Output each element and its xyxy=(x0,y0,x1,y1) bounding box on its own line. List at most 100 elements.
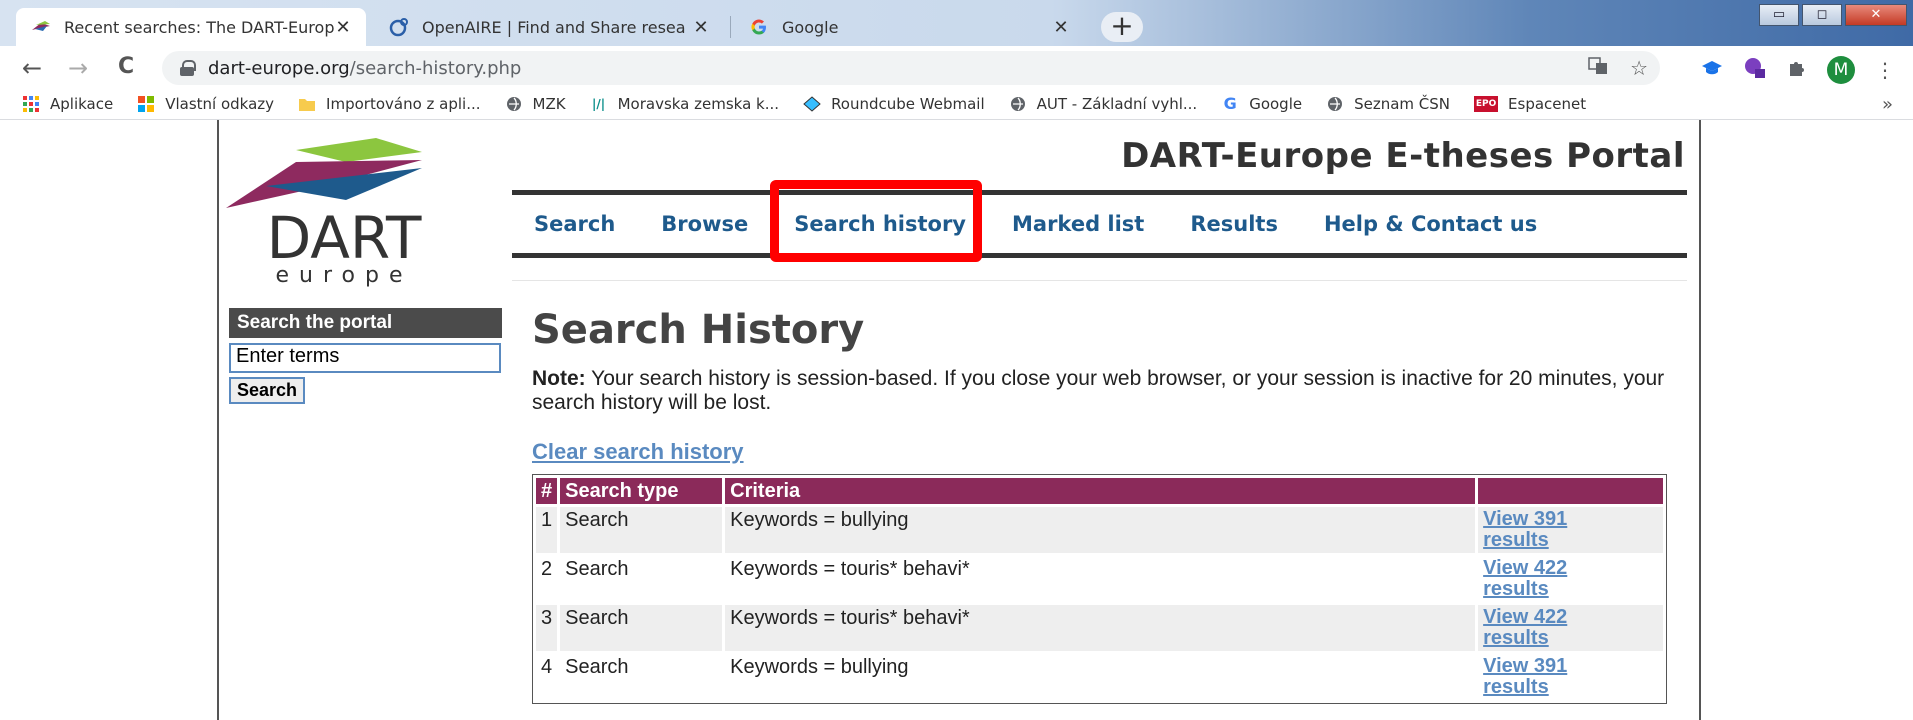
forward-button[interactable]: → xyxy=(68,54,88,82)
row-number: 3 xyxy=(536,605,558,651)
dart-favicon-icon xyxy=(30,17,52,37)
note-label: Note: xyxy=(532,367,586,390)
bookmark-item[interactable]: Roundcube Webmail xyxy=(803,95,985,113)
address-bar[interactable]: dart-europe.org/search-history.php ☆ xyxy=(162,51,1660,85)
tab-openaire[interactable]: OpenAIRE | Find and Share resea ✕ xyxy=(374,8,724,46)
graduation-cap-icon[interactable] xyxy=(1701,59,1723,81)
extensions-puzzle-icon[interactable] xyxy=(1787,58,1807,82)
tab-dart-europe[interactable]: Recent searches: The DART-Europ ✕ xyxy=(16,8,366,46)
main-nav: Search Browse Search history Marked list… xyxy=(512,190,1687,258)
table-row: 1 Search Keywords = bullying View 391 res… xyxy=(536,507,1663,553)
globe-icon xyxy=(1009,95,1027,113)
view-results-link[interactable]: View 391 results xyxy=(1478,654,1663,700)
main-content: Search History Note: Your search history… xyxy=(512,280,1687,720)
nav-browse[interactable]: Browse xyxy=(661,212,748,236)
translate-icon[interactable] xyxy=(1588,56,1608,80)
url-host: dart-europe.org xyxy=(208,57,350,79)
bookmark-label: AUT - Základní vyhl... xyxy=(1036,94,1198,113)
bookmark-label: Aplikace xyxy=(50,94,114,113)
tab-title: Recent searches: The DART-Europ xyxy=(64,17,334,37)
tab-close-icon[interactable]: ✕ xyxy=(334,17,352,38)
lock-icon[interactable] xyxy=(180,60,196,76)
tab-close-icon[interactable]: ✕ xyxy=(1052,17,1070,38)
nav-search[interactable]: Search xyxy=(534,212,615,236)
bookmarks-overflow-button[interactable]: » xyxy=(1882,94,1893,115)
window-controls: ▭ ◻ ✕ xyxy=(1756,4,1907,26)
mzk-icon: |/| xyxy=(592,96,606,111)
dart-europe-logo[interactable]: DART europe xyxy=(226,130,456,290)
bookmark-star-icon[interactable]: ☆ xyxy=(1630,56,1648,80)
apps-grid-icon xyxy=(22,95,40,113)
search-type: Search xyxy=(560,556,723,602)
logo-subtext: europe xyxy=(276,263,413,288)
bookmark-item[interactable]: MZK xyxy=(505,95,566,113)
close-window-button[interactable]: ✕ xyxy=(1845,4,1907,26)
view-results-link[interactable]: View 422 results xyxy=(1478,605,1663,651)
google-icon: G xyxy=(1223,94,1237,113)
criteria: Keywords = touris* behavi* xyxy=(725,556,1476,602)
bookmark-item[interactable]: Seznam ČSN xyxy=(1326,95,1450,113)
table-row: 2 Search Keywords = touris* behavi* View… xyxy=(536,556,1663,602)
maximize-button[interactable]: ◻ xyxy=(1802,4,1842,26)
bookmark-label: Roundcube Webmail xyxy=(831,94,985,113)
nav-marked-list[interactable]: Marked list xyxy=(1012,212,1144,236)
column-header: Search type xyxy=(560,478,723,504)
tab-close-icon[interactable]: ✕ xyxy=(692,17,710,38)
language-extension-icon[interactable] xyxy=(1743,57,1767,83)
tab-separator xyxy=(730,16,731,38)
google-favicon-icon xyxy=(748,17,770,37)
bookmark-label: Moravska zemska k... xyxy=(617,94,780,113)
bookmark-item[interactable]: Importováno z apli... xyxy=(298,94,481,113)
folder-icon xyxy=(298,95,316,113)
globe-icon xyxy=(1326,95,1344,113)
bookmark-label: Espacenet xyxy=(1508,94,1587,113)
url-path: /search-history.php xyxy=(349,57,522,79)
sidebar-search-button[interactable]: Search xyxy=(229,377,306,404)
sidebar-search: Search the portal Enter terms Search xyxy=(229,308,502,404)
page-title: Search History xyxy=(532,307,865,353)
nav-help-contact[interactable]: Help & Contact us xyxy=(1324,212,1537,236)
bookmarks-bar: Aplikace Vlastní odkazy Importováno z ap… xyxy=(0,88,1913,120)
tab-google[interactable]: Google ✕ xyxy=(734,8,1084,46)
bookmark-label: Seznam ČSN xyxy=(1354,94,1451,113)
nav-results[interactable]: Results xyxy=(1190,212,1278,236)
session-note: Note: Your search history is session-bas… xyxy=(532,367,1672,415)
bookmark-item[interactable]: |/| Moravska zemska k... xyxy=(590,95,779,113)
tab-title: Google xyxy=(782,17,839,37)
search-type: Search xyxy=(560,507,723,553)
bookmark-item[interactable]: EPO Espacenet xyxy=(1474,95,1586,113)
criteria: Keywords = touris* behavi* xyxy=(725,605,1476,651)
new-tab-button[interactable]: + xyxy=(1101,12,1143,42)
bookmark-label: Importováno z apli... xyxy=(326,94,481,113)
bookmark-label: MZK xyxy=(532,94,566,113)
page-viewport: DART europe DART-Europe E-theses Portal … xyxy=(0,120,1913,720)
browser-menu-icon[interactable]: ⋮ xyxy=(1875,58,1895,82)
table-header-row: # Search type Criteria xyxy=(536,478,1663,504)
view-results-link[interactable]: View 391 results xyxy=(1478,507,1663,553)
bookmark-item[interactable]: Vlastní odkazy xyxy=(137,95,274,113)
view-results-link[interactable]: View 422 results xyxy=(1478,556,1663,602)
search-type: Search xyxy=(560,605,723,651)
minimize-button[interactable]: ▭ xyxy=(1759,4,1799,26)
column-header: # xyxy=(536,478,558,504)
profile-avatar[interactable]: M xyxy=(1827,56,1855,84)
row-number: 2 xyxy=(536,556,558,602)
criteria: Keywords = bullying xyxy=(725,507,1476,553)
back-button[interactable]: ← xyxy=(22,54,42,82)
tab-title: OpenAIRE | Find and Share resea xyxy=(422,17,686,37)
epo-icon: EPO xyxy=(1474,95,1499,112)
note-text: Your search history is session-based. If… xyxy=(532,367,1665,414)
column-header: Criteria xyxy=(725,478,1476,504)
logo-text: DART xyxy=(267,204,422,272)
sidebar-heading: Search the portal xyxy=(229,308,502,338)
browser-tabstrip: Recent searches: The DART-Europ ✕ OpenAI… xyxy=(0,0,1913,46)
bookmark-item[interactable]: AUT - Základní vyhl... xyxy=(1009,94,1198,113)
clear-search-history-link[interactable]: Clear search history xyxy=(532,439,744,465)
bookmark-item[interactable]: Aplikace xyxy=(22,95,113,113)
reload-button[interactable]: C xyxy=(118,54,134,79)
globe-icon xyxy=(505,95,523,113)
browser-toolbar: ← → C dart-europe.org/search-history.php… xyxy=(0,46,1913,88)
search-input[interactable]: Enter terms xyxy=(229,343,501,373)
bookmark-item[interactable]: G Google xyxy=(1221,94,1302,113)
highlight-annotation-box xyxy=(770,180,982,262)
